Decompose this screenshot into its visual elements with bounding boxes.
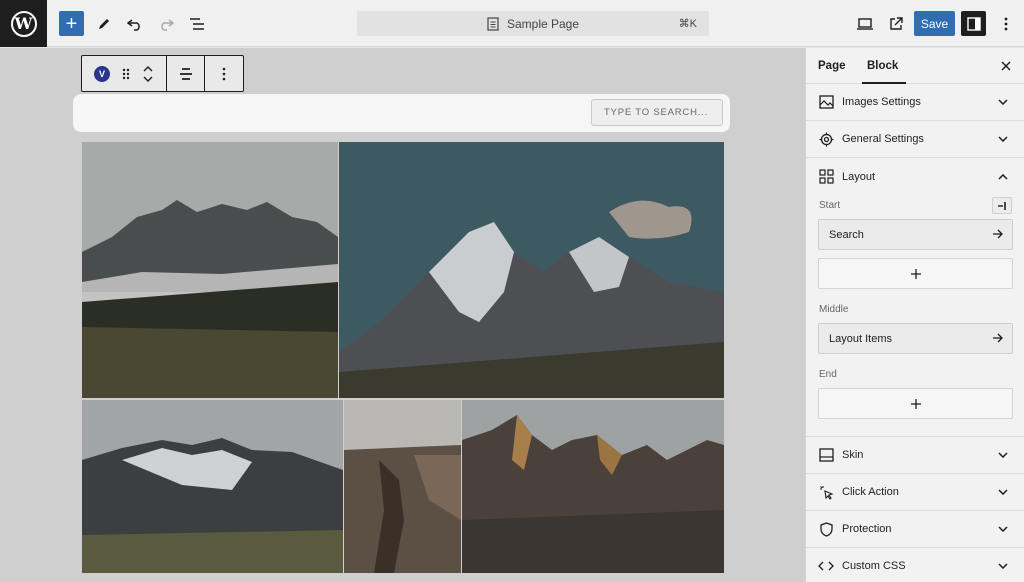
layout-grid-icon — [818, 169, 834, 185]
chevron-down-icon — [995, 136, 1011, 142]
add-block-button[interactable]: + — [59, 11, 84, 36]
block-switcher-group: V — [82, 56, 167, 91]
settings-sidebar: Page Block Images Settings General Setti… — [805, 48, 1024, 582]
tools-pencil-button[interactable] — [91, 11, 116, 36]
move-up-down-icon[interactable] — [142, 64, 154, 84]
layout-end-label: End — [819, 369, 837, 380]
layout-middle-item-button[interactable]: Layout Items — [818, 323, 1013, 354]
image-icon — [818, 94, 834, 110]
gallery-image-canyon[interactable] — [344, 400, 461, 573]
chevron-down-icon — [995, 489, 1011, 495]
editor-top-bar: W + Sample Page ⌘K Save — [0, 0, 1024, 47]
gallery-image-cloudy-ridge[interactable] — [82, 400, 343, 573]
tab-block[interactable]: Block — [867, 60, 898, 72]
wordpress-logo-icon: W — [10, 10, 37, 37]
layout-start-item-button[interactable]: Search — [818, 219, 1013, 250]
settings-sidebar-toggle[interactable] — [961, 11, 986, 36]
panel-custom-css[interactable]: Custom CSS — [806, 548, 1024, 582]
panel-general-settings[interactable]: General Settings — [806, 121, 1024, 158]
panel-label: General Settings — [842, 133, 924, 145]
document-icon — [487, 16, 499, 31]
gallery-search-bar — [73, 94, 730, 132]
layout-item-label: Search — [829, 228, 864, 241]
block-type-badge[interactable]: V — [94, 65, 110, 82]
view-page-button[interactable] — [883, 11, 908, 36]
align-end-icon — [998, 201, 1006, 210]
chevron-up-icon — [995, 173, 1011, 180]
gallery-image-granite-towers[interactable] — [462, 400, 724, 573]
document-overview-button[interactable] — [184, 11, 209, 36]
gear-icon — [818, 131, 834, 147]
options-menu-button[interactable] — [993, 11, 1018, 36]
redo-button[interactable] — [153, 11, 178, 36]
add-end-item-button[interactable] — [818, 388, 1013, 419]
plus-icon — [910, 268, 921, 279]
panel-label: Protection — [842, 523, 892, 535]
align-button[interactable] — [167, 56, 205, 91]
click-icon — [818, 484, 834, 500]
chevron-down-icon — [995, 563, 1011, 569]
more-vertical-icon — [1004, 17, 1007, 30]
plus-icon — [910, 398, 921, 409]
skin-icon — [818, 447, 834, 463]
arrow-right-icon — [993, 229, 1003, 239]
gallery-image-misty-peaks[interactable] — [82, 142, 338, 398]
panel-label: Skin — [842, 449, 864, 461]
layout-start-label: Start — [819, 200, 841, 211]
panel-skin[interactable]: Skin — [806, 437, 1024, 474]
chevron-down-icon — [995, 99, 1011, 105]
wordpress-logo-button[interactable]: W — [0, 0, 47, 47]
block-toolbar: V — [81, 55, 244, 92]
panel-images-settings[interactable]: Images Settings — [806, 84, 1024, 121]
drag-handle-icon[interactable] — [122, 68, 130, 80]
arrow-right-icon — [993, 333, 1003, 343]
align-center-icon — [179, 67, 192, 80]
external-link-icon — [889, 16, 903, 30]
sidebar-icon — [966, 16, 981, 31]
panel-label: Custom CSS — [842, 560, 906, 572]
command-palette-bar[interactable]: Sample Page ⌘K — [357, 11, 709, 36]
block-options-button[interactable] — [205, 56, 243, 91]
panel-protection[interactable]: Protection — [806, 511, 1024, 548]
gallery-search-input[interactable] — [591, 99, 723, 126]
preview-device-button[interactable] — [852, 11, 877, 36]
more-vertical-icon — [222, 67, 226, 80]
panel-label: Layout — [842, 170, 876, 183]
list-view-icon — [189, 17, 204, 30]
shield-icon — [818, 521, 834, 537]
redo-icon — [160, 18, 174, 31]
close-icon — [1001, 61, 1011, 71]
code-icon — [818, 558, 834, 574]
sidebar-tabs: Page Block — [806, 48, 1024, 84]
panel-click-action[interactable]: Click Action — [806, 474, 1024, 511]
page-title: Sample Page — [506, 16, 580, 31]
desktop-icon — [856, 17, 873, 30]
add-start-item-button[interactable] — [818, 258, 1013, 289]
save-button[interactable]: Save — [914, 11, 955, 36]
chevron-down-icon — [995, 526, 1011, 532]
close-sidebar-button[interactable] — [1001, 58, 1011, 74]
layout-position-toggle[interactable] — [992, 197, 1012, 214]
command-shortcut: ⌘K — [678, 18, 697, 30]
undo-icon — [126, 18, 140, 31]
panel-layout[interactable]: Layout — [806, 158, 1024, 195]
layout-middle-label: Middle — [819, 304, 849, 315]
pencil-icon — [98, 18, 109, 29]
gallery-image-snow-mountain[interactable] — [339, 142, 724, 398]
undo-button[interactable] — [122, 11, 147, 36]
chevron-down-icon — [995, 452, 1011, 458]
tab-page[interactable]: Page — [818, 60, 846, 72]
layout-item-label: Layout Items — [829, 332, 892, 345]
panel-label: Click Action — [842, 486, 899, 498]
panel-label: Images Settings — [842, 96, 921, 108]
